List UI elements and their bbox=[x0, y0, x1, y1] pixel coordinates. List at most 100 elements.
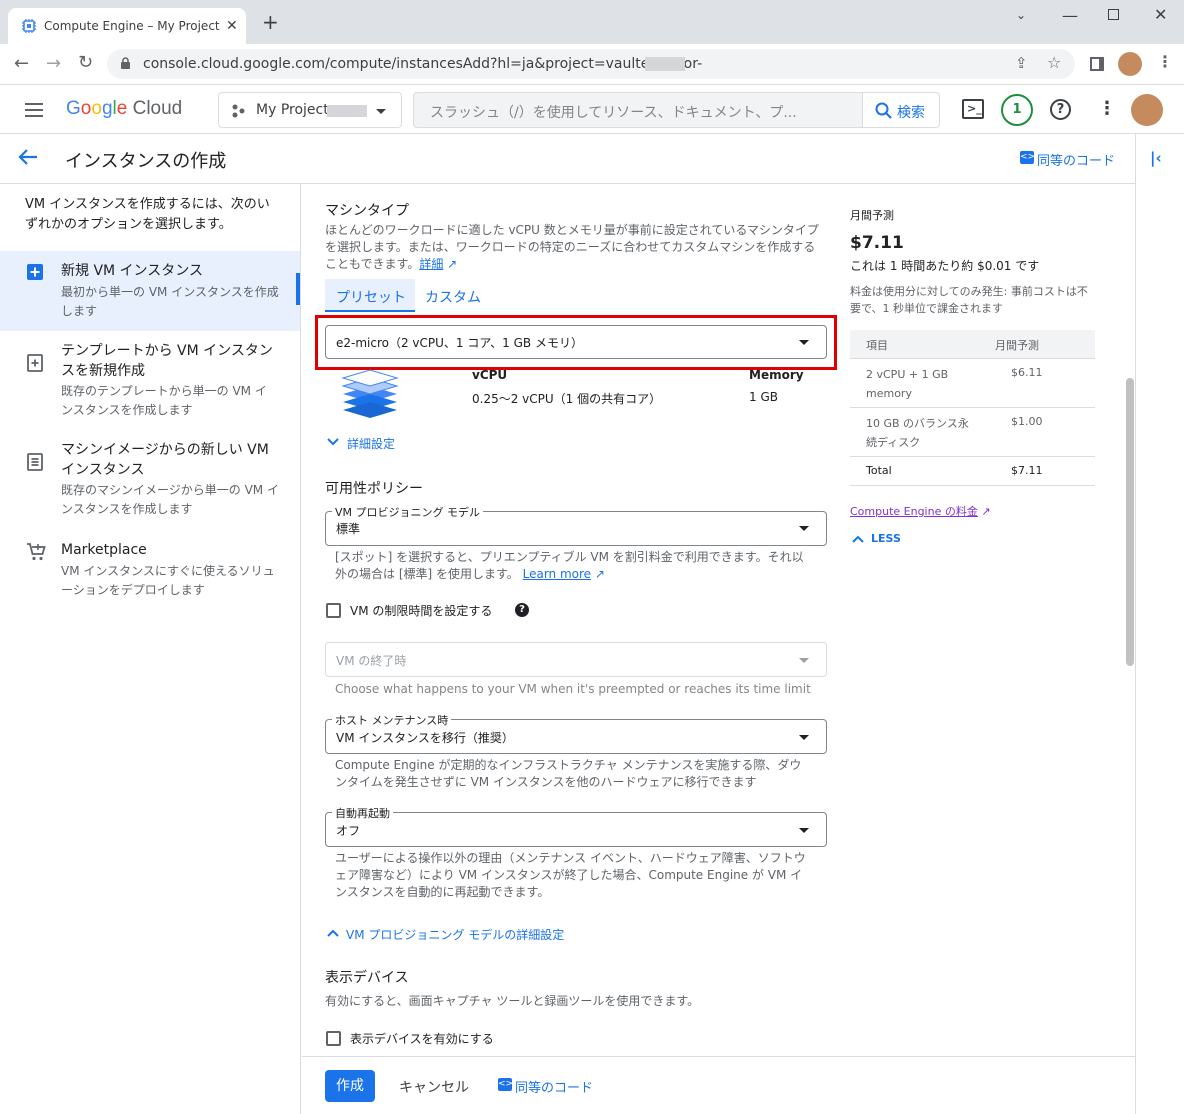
machine-type-select[interactable]: e2-micro（2 vCPU、1 コア、1 GB メモリ） bbox=[325, 325, 827, 359]
machine-image-icon bbox=[26, 452, 44, 472]
project-dropdown-icon bbox=[376, 109, 386, 114]
hamburger-menu-icon[interactable] bbox=[24, 102, 44, 118]
share-icon[interactable]: ⇪ bbox=[1015, 54, 1028, 72]
machine-type-desc-text: ほとんどのワークロードに適した vCPU 数とメモリ量が事前に設定されているマシ… bbox=[325, 223, 819, 271]
host-maintenance-select[interactable]: ホスト メンテナンス時 VM インスタンスを移行（推奨） bbox=[325, 712, 827, 754]
auto-restart-help: ユーザーによる操作以外の理由（メンテナンス イベント、ハードウェア障害、ソフトウ… bbox=[335, 851, 806, 899]
availability-heading: 可用性ポリシー bbox=[325, 481, 423, 497]
cancel-button[interactable]: キャンセル bbox=[399, 1077, 469, 1097]
search-box[interactable]: スラッシュ（/）を使用してリソース、ドキュメント、プ... 検索 bbox=[413, 92, 940, 128]
search-button[interactable]: 検索 bbox=[862, 92, 940, 128]
dropdown-caret-icon bbox=[799, 735, 809, 740]
display-device-heading: 表示デバイス bbox=[325, 970, 409, 986]
project-name: My Project bbox=[256, 102, 329, 118]
url-text: console.cloud.google.com/compute/instanc… bbox=[143, 56, 703, 72]
tab-preset[interactable]: プリセット bbox=[325, 279, 415, 312]
advanced-settings-label: 詳細設定 bbox=[347, 437, 396, 451]
omnibox[interactable]: console.cloud.google.com/compute/instanc… bbox=[107, 49, 1075, 79]
col-item: 項目 bbox=[866, 339, 888, 352]
option-desc: VM インスタンスにすぐに使えるソリューションをデプロイします bbox=[61, 564, 275, 597]
dropdown-caret-icon bbox=[799, 658, 809, 663]
new-tab-icon[interactable]: + bbox=[262, 12, 279, 32]
option-title: マシンイメージからの新しい VM インスタンス bbox=[61, 442, 269, 478]
pricing-link[interactable]: Compute Engine の料金 ↗ bbox=[850, 503, 991, 521]
display-device-checkbox[interactable] bbox=[326, 1031, 341, 1046]
vm-end-time-select: VM の終了時 bbox=[325, 642, 827, 677]
host-maintenance-label: ホスト メンテナンス時 bbox=[332, 712, 452, 728]
option-new-vm[interactable]: 新規 VM インスタンス 最初から単一の VM インスタンスを作成します bbox=[0, 251, 300, 331]
host-maintenance-value: VM インスタンスを移行（推奨） bbox=[336, 731, 514, 745]
billing-note: 料金は使用分に対してのみ発生: 事前コストは不要で、1 秒単位で課金されます bbox=[850, 285, 1088, 315]
forward-icon[interactable]: → bbox=[46, 53, 61, 74]
option-desc: 既存のテンプレートから単一の VM インスタンスを作成します bbox=[61, 384, 267, 417]
lock-icon bbox=[120, 57, 131, 70]
project-dots-icon bbox=[231, 104, 245, 118]
help-tooltip-icon[interactable]: ? bbox=[515, 603, 529, 617]
close-tab-icon[interactable]: ✕ bbox=[226, 18, 238, 34]
tab-search-chevron-icon[interactable]: ⌄ bbox=[1016, 8, 1026, 22]
notifications-badge[interactable]: 1 bbox=[1001, 94, 1033, 126]
reload-icon[interactable]: ↻ bbox=[78, 52, 93, 73]
more-options-icon[interactable]: ⋮ bbox=[1098, 98, 1116, 119]
external-link-icon: ↗ bbox=[443, 257, 458, 271]
display-device-desc: 有効にすると、画面キャプチャ ツールと録画ツールを使用できます。 bbox=[325, 994, 700, 1008]
code-icon: <> bbox=[1020, 151, 1036, 164]
host-maintenance-help: Compute Engine が定期的なインフラストラクチャ メンテナンスを実施… bbox=[335, 758, 802, 789]
create-button[interactable]: 作成 bbox=[325, 1070, 375, 1102]
side-panel-icon[interactable] bbox=[1090, 57, 1104, 71]
option-title: テンプレートから VM インスタンスを新規作成 bbox=[61, 343, 273, 379]
time-limit-label: VM の制限時間を設定する bbox=[350, 604, 493, 618]
account-avatar[interactable] bbox=[1131, 94, 1163, 126]
profile-avatar[interactable] bbox=[1118, 52, 1142, 76]
option-desc: 既存のマシンイメージから単一の VM インスタンスを作成します bbox=[61, 483, 279, 516]
provisioning-model-value: 標準 bbox=[336, 522, 361, 536]
learn-more-link[interactable]: Learn more bbox=[523, 567, 591, 581]
search-button-label: 検索 bbox=[897, 105, 925, 121]
dropdown-caret-icon bbox=[799, 340, 809, 345]
option-from-template[interactable]: テンプレートから VM インスタンスを新規作成 既存のテンプレートから単一の V… bbox=[0, 341, 300, 421]
project-picker[interactable]: My Project bbox=[218, 92, 402, 128]
selected-indicator bbox=[296, 273, 300, 305]
maximize-icon[interactable] bbox=[1108, 9, 1119, 20]
option-from-machine-image[interactable]: マシンイメージからの新しい VM インスタンス 既存のマシンイメージから単一の … bbox=[0, 440, 300, 520]
chevron-up-icon bbox=[852, 535, 864, 543]
provisioning-model-select[interactable]: VM プロビジョニング モデル 標準 bbox=[325, 504, 827, 546]
code-icon: <> bbox=[498, 1078, 514, 1091]
external-link-icon: ↗ bbox=[591, 567, 605, 581]
equivalent-code-label: 同等のコード bbox=[1037, 154, 1116, 169]
col-estimate: 月間予測 bbox=[995, 339, 1039, 352]
scrollbar-thumb[interactable] bbox=[1126, 378, 1134, 666]
search-placeholder: スラッシュ（/）を使用してリソース、ドキュメント、プ... bbox=[430, 105, 797, 121]
tab-title: Compute Engine – My Project 81 bbox=[44, 19, 222, 33]
cost-item: 2 vCPU + 1 GB memory bbox=[866, 368, 949, 400]
monthly-estimate-amount: $7.11 bbox=[850, 233, 904, 253]
cost-value: $7.11 bbox=[1011, 464, 1043, 477]
add-box-icon bbox=[26, 263, 44, 281]
option-title: Marketplace bbox=[61, 542, 147, 558]
cost-row: 2 vCPU + 1 GB memory $6.11 bbox=[850, 359, 1095, 408]
help-icon[interactable]: ? bbox=[1050, 99, 1071, 120]
tab-custom[interactable]: カスタム bbox=[415, 279, 485, 312]
cost-row: 10 GB のバランス永続ディスク $1.00 bbox=[850, 408, 1095, 457]
auto-restart-select[interactable]: 自動再起動 オフ bbox=[325, 805, 827, 847]
browser-menu-icon[interactable]: ⋮ bbox=[1157, 52, 1173, 71]
console-header: Google Cloud My Project スラッシュ（/）を使用してリソー… bbox=[0, 86, 1184, 134]
option-marketplace[interactable]: Marketplace VM インスタンスにすぐに使えるソリューションをデプロイ… bbox=[0, 540, 300, 610]
right-collapse-strip: |‹ bbox=[1135, 134, 1184, 1114]
monthly-estimate-label: 月間予測 bbox=[850, 209, 894, 222]
time-limit-checkbox[interactable] bbox=[326, 603, 341, 618]
browser-tab[interactable]: Compute Engine – My Project 81 ✕ bbox=[8, 8, 246, 44]
machine-type-value: e2-micro（2 vCPU、1 コア、1 GB メモリ） bbox=[336, 336, 583, 350]
minimize-icon[interactable]: — bbox=[1062, 6, 1078, 25]
back-arrow-icon[interactable] bbox=[18, 148, 38, 166]
google-cloud-logo[interactable]: Google Cloud bbox=[66, 98, 182, 120]
window-close-icon[interactable]: ✕ bbox=[1154, 5, 1167, 24]
back-icon[interactable]: ← bbox=[14, 53, 29, 74]
collapse-panel-icon[interactable]: |‹ bbox=[1150, 149, 1162, 167]
provisioning-model-label: VM プロビジョニング モデル bbox=[332, 504, 484, 520]
cloud-shell-icon[interactable]: >_ bbox=[962, 99, 984, 119]
address-toolbar: ← → ↻ console.cloud.google.com/compute/i… bbox=[0, 44, 1184, 85]
cost-item: Total bbox=[866, 464, 892, 477]
machine-details-link[interactable]: 詳細 bbox=[419, 257, 443, 271]
bookmark-star-icon[interactable]: ☆ bbox=[1047, 53, 1061, 72]
